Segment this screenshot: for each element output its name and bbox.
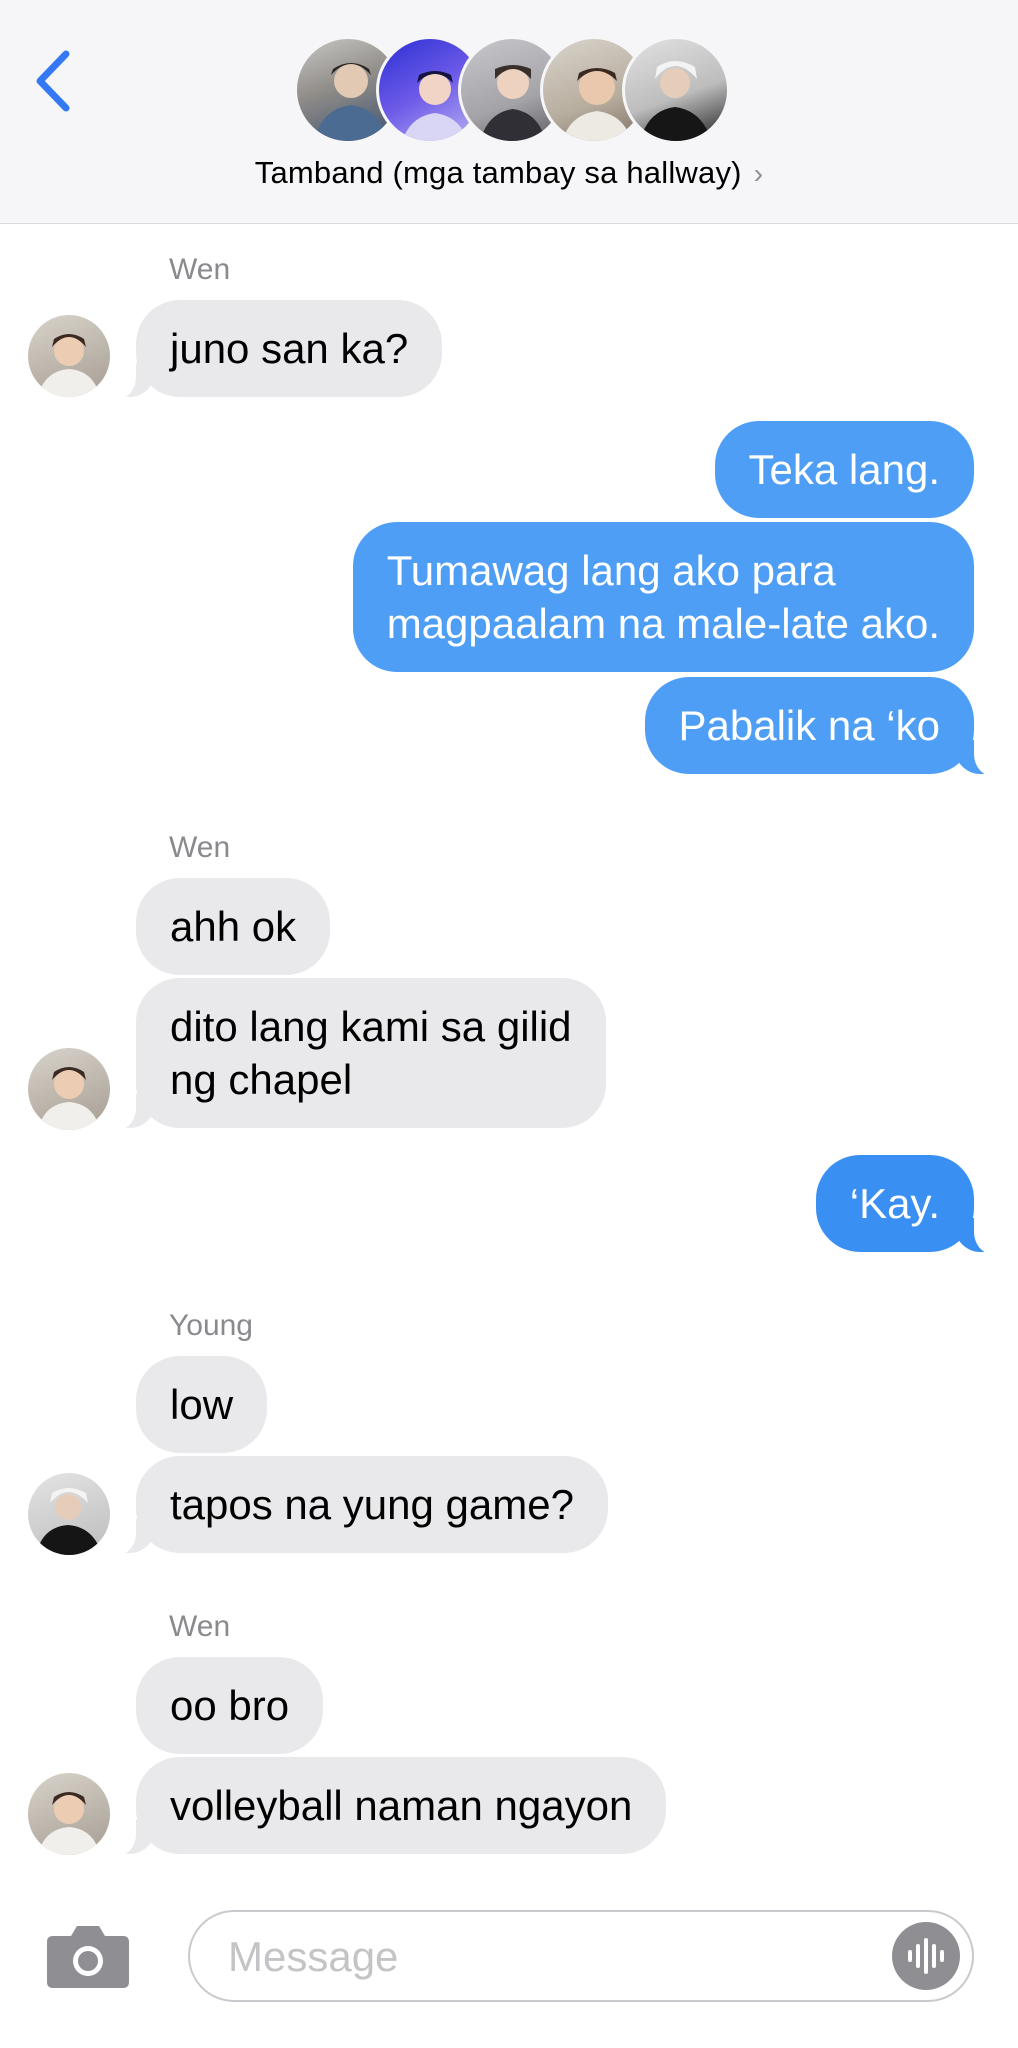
- message-bubble-incoming[interactable]: tapos na yung game?: [110, 1456, 608, 1555]
- camera-button[interactable]: [45, 1924, 131, 1988]
- message-bubble-incoming[interactable]: juno san ka?: [109, 300, 443, 399]
- avatar-wen[interactable]: [28, 1048, 110, 1130]
- group-avatar-5: [622, 36, 730, 144]
- message-text: Pabalik na ‘ko: [678, 702, 941, 749]
- chevron-left-icon: [36, 50, 70, 112]
- message-text-line: dito lang kami sa gilid: [170, 1003, 572, 1050]
- message-bubble-incoming[interactable]: volleyball naman ngayon: [109, 1757, 667, 1856]
- audio-record-button[interactable]: [892, 1922, 960, 1990]
- message-text-line: magpaalam na male-late ako.: [386, 600, 940, 647]
- group-name: Tamband (mga tambay sa hallway): [254, 155, 742, 190]
- waveform-icon: [908, 1938, 944, 1974]
- conversation-header: Tamband (mga tambay sa hallway) ›: [0, 0, 1018, 224]
- message-bubble-incoming[interactable]: low: [136, 1356, 268, 1453]
- message-bubble-outgoing[interactable]: Teka lang.: [714, 421, 974, 518]
- sender-name: Wen: [169, 1610, 231, 1643]
- message-text-line: ng chapel: [170, 1056, 353, 1103]
- sender-name: Wen: [169, 831, 231, 864]
- sender-name: Young: [169, 1309, 253, 1342]
- message-text-line: Tumawag lang ako para: [386, 547, 836, 594]
- avatar-wen[interactable]: [28, 1773, 110, 1855]
- message-bubble-outgoing[interactable]: Tumawag lang ako para magpaalam na male-…: [352, 522, 974, 672]
- message-bubble-incoming[interactable]: dito lang kami sa gilid ng chapel: [110, 978, 606, 1130]
- chevron-right-icon: ›: [753, 158, 764, 189]
- back-button[interactable]: [28, 46, 78, 116]
- group-avatars[interactable]: [294, 36, 730, 144]
- message-input[interactable]: [226, 1924, 850, 1990]
- message-text: oo bro: [170, 1682, 290, 1729]
- avatar-wen[interactable]: [28, 315, 110, 397]
- message-text: tapos na yung game?: [170, 1481, 574, 1528]
- message-text: juno san ka?: [170, 325, 409, 372]
- message-bubble-outgoing[interactable]: ‘Kay.: [815, 1155, 1001, 1254]
- sender-name: Wen: [169, 253, 231, 286]
- message-input-wrapper: [188, 1910, 974, 2002]
- avatar-young[interactable]: [28, 1473, 110, 1555]
- camera-icon: [47, 1926, 129, 1988]
- group-title[interactable]: Tamband (mga tambay sa hallway) ›: [0, 155, 1018, 191]
- message-text: Teka lang.: [748, 446, 940, 493]
- message-text: low: [170, 1381, 234, 1428]
- message-composer: [0, 1880, 1018, 2048]
- message-text: ahh ok: [170, 903, 297, 950]
- message-bubble-incoming[interactable]: oo bro: [136, 1657, 324, 1754]
- message-bubble-outgoing[interactable]: Pabalik na ‘ko: [644, 677, 1000, 776]
- message-bubble-incoming[interactable]: ahh ok: [136, 878, 331, 975]
- message-text: ‘Kay.: [849, 1180, 940, 1227]
- message-text: volleyball naman ngayon: [170, 1782, 633, 1829]
